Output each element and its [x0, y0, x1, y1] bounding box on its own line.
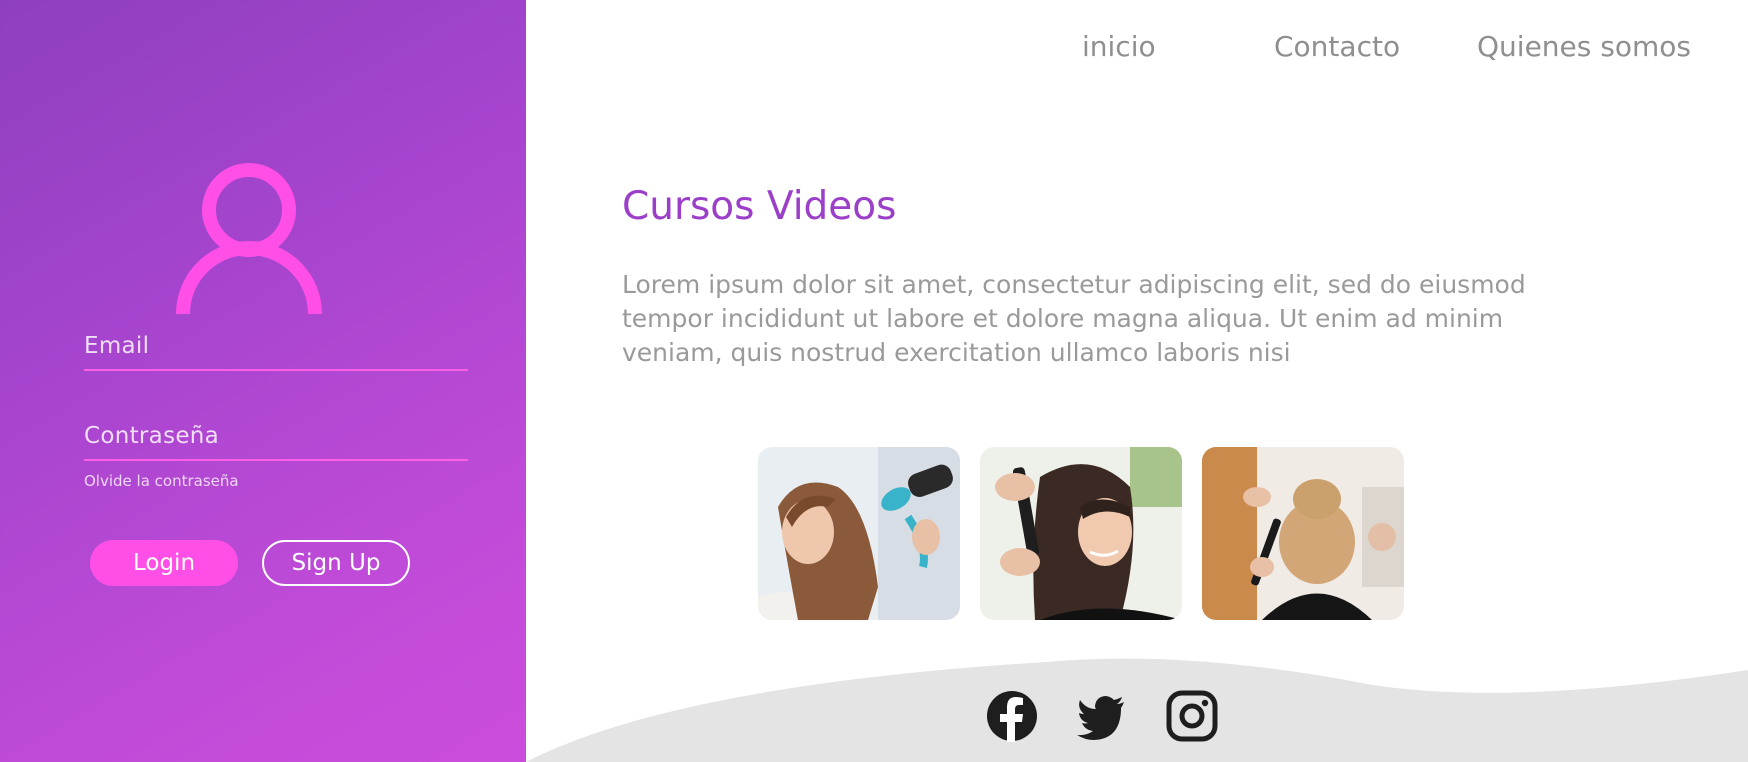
login-panel: Email Contraseña Olvide la contraseña Lo…: [0, 0, 526, 762]
login-button[interactable]: Login: [90, 540, 238, 586]
hair-drying-photo[interactable]: [758, 447, 960, 620]
email-field[interactable]: Email: [84, 333, 149, 359]
nav-item-contacto[interactable]: Contacto: [1274, 30, 1400, 63]
password-field[interactable]: Contraseña: [84, 423, 219, 449]
user-avatar-icon: [176, 163, 322, 314]
page-description: Lorem ipsum dolor sit amet, consectetur …: [622, 270, 1526, 367]
forgot-password-link[interactable]: Olvide la contraseña: [84, 472, 239, 490]
password-underline: [84, 459, 468, 461]
hair-updo-photo[interactable]: [1202, 447, 1404, 620]
facebook-icon[interactable]: [986, 690, 1038, 742]
instagram-icon[interactable]: [1166, 690, 1218, 742]
page-title: Cursos Videos: [622, 184, 897, 229]
footer-wave: [526, 658, 1748, 762]
signup-button[interactable]: Sign Up: [262, 540, 410, 586]
email-underline: [84, 369, 468, 371]
hair-straightening-photo[interactable]: [980, 447, 1182, 620]
twitter-icon[interactable]: [1076, 690, 1128, 742]
nav-item-quienes-somos[interactable]: Quienes somos: [1477, 30, 1691, 63]
nav-item-inicio[interactable]: inicio: [1082, 30, 1156, 63]
